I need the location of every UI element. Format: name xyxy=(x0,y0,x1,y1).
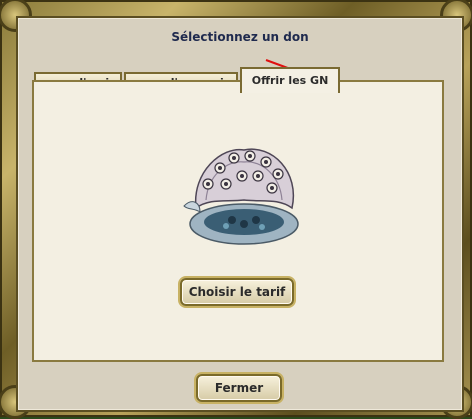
tab-content-panel: Choisir le tarif xyxy=(32,80,444,362)
tab-offrir-gn[interactable]: Offrir les GN xyxy=(240,67,340,93)
dialog-body: Sélectionnez un don pour l'ami pour l'en… xyxy=(16,16,464,412)
close-button[interactable]: Fermer xyxy=(196,374,282,402)
seashell-gift-icon xyxy=(183,148,299,245)
choose-price-button[interactable]: Choisir le tarif xyxy=(180,278,294,306)
dialog-frame: Sélectionnez un don pour l'ami pour l'en… xyxy=(0,0,472,419)
dialog-title: Sélectionnez un don xyxy=(171,30,309,44)
